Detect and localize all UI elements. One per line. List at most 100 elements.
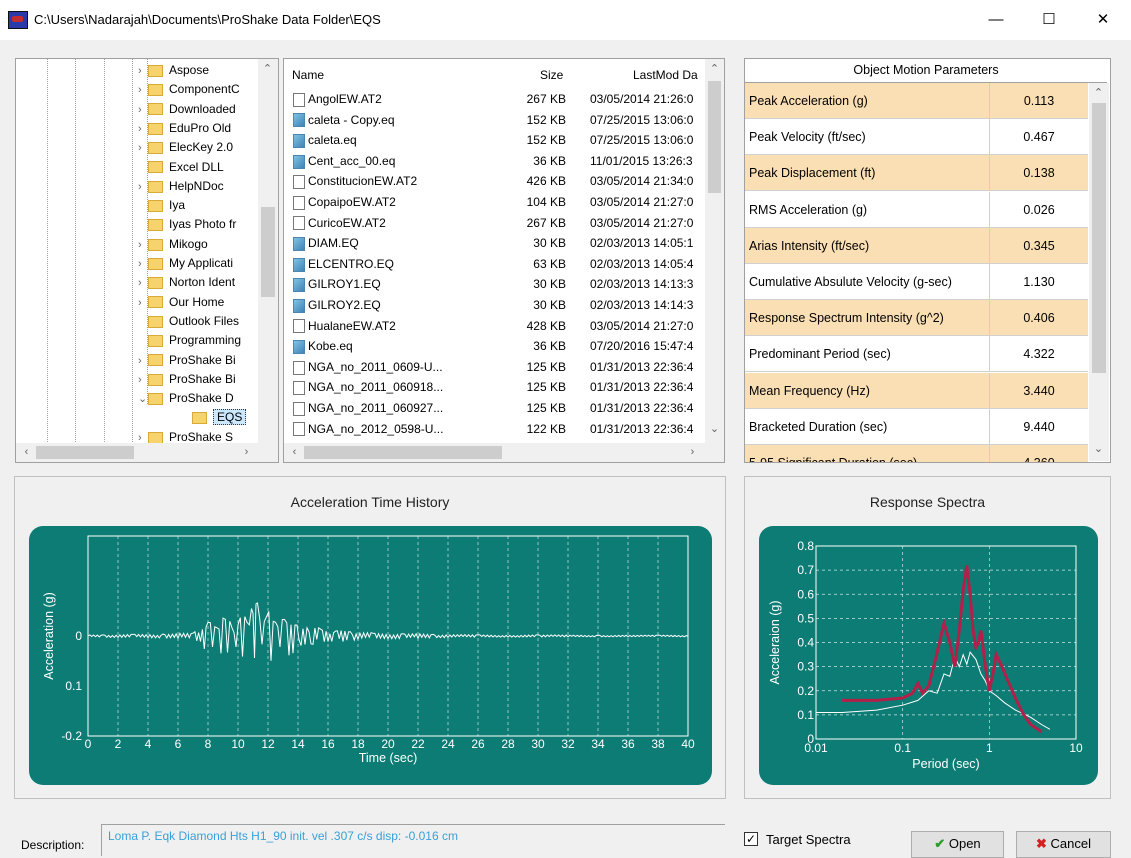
file-row[interactable]: Cent_acc_00.eq 36 KB 11/01/2015 13:26:3 <box>284 151 705 172</box>
file-row[interactable]: caleta - Copy.eq 152 KB 07/25/2015 13:06:0 <box>284 110 705 131</box>
expander-icon[interactable]: ⌄ <box>138 390 148 409</box>
file-vertical-scrollbar[interactable]: ⌃ ⌄ <box>705 59 724 443</box>
cancel-button[interactable]: ✖ Cancel <box>1016 831 1111 858</box>
description-field[interactable]: Loma P. Eqk Diamond Hts H1_90 init. vel … <box>101 824 725 856</box>
tree-vertical-scrollbar[interactable]: ⌃ <box>258 59 278 444</box>
parameter-row[interactable]: Response Spectrum Intensity (g^2) 0.406 <box>745 300 1088 337</box>
parameter-row[interactable]: Peak Acceleration (g) 0.113 <box>745 83 1088 119</box>
folder-tree-item[interactable]: › ProShake Bi <box>138 351 236 370</box>
folder-tree-item[interactable]: Outlook Files <box>138 312 239 331</box>
file-row[interactable]: GILROY2.EQ 30 KB 02/03/2013 14:14:3 <box>284 295 705 316</box>
column-lastmod-header[interactable]: LastMod Da <box>633 68 698 82</box>
folder-tree-item[interactable]: › ProShake Bi <box>138 370 236 389</box>
file-name: GILROY2.EQ <box>308 298 381 312</box>
folder-icon <box>148 354 163 367</box>
close-button[interactable]: ✕ <box>1080 0 1126 40</box>
parameter-row[interactable]: Peak Velocity (ft/sec) 0.467 <box>745 119 1088 156</box>
expander-icon[interactable]: › <box>138 101 148 120</box>
file-date: 01/31/2013 22:36:4 <box>590 359 694 374</box>
parameter-row[interactable]: Predominant Period (sec) 4.322 <box>745 336 1088 373</box>
folder-tree-item[interactable]: › Mikogo <box>138 235 208 254</box>
expander-icon[interactable]: › <box>138 371 148 390</box>
tree-horizontal-scrollbar[interactable]: ‹ › <box>16 443 278 462</box>
parameter-row[interactable]: Arias Intensity (ft/sec) 0.345 <box>745 227 1088 264</box>
folder-tree-item[interactable]: › ProShake S <box>138 428 233 444</box>
expander-icon[interactable]: › <box>138 139 148 158</box>
expander-icon[interactable]: › <box>138 81 148 100</box>
file-row[interactable]: DIAM.EQ 30 KB 02/03/2013 14:05:1 <box>284 233 705 254</box>
folder-tree-item[interactable]: › HelpNDoc <box>138 177 224 196</box>
folder-tree[interactable]: › Aspose › ComponentC › Downloaded › EduPro Old… <box>15 58 279 463</box>
file-list[interactable]: Name Size LastMod Da AngolEW.AT2 267 KB 03… <box>283 58 725 463</box>
file-scroll-thumb[interactable] <box>708 81 721 193</box>
folder-tree-item[interactable]: › ElecKey 2.0 <box>138 138 233 157</box>
folder-tree-item[interactable]: Excel DLL <box>138 158 224 177</box>
motion-parameters-table[interactable]: Object Motion Parameters Peak Accelerati… <box>744 58 1111 463</box>
acc-x-axis-label: Time (sec) <box>359 751 418 765</box>
scroll-left-arrow-icon[interactable]: ‹ <box>18 444 35 461</box>
file-row[interactable]: CopaipoEW.AT2 104 KB 03/05/2014 21:27:0 <box>284 192 705 213</box>
file-row[interactable]: AngolEW.AT2 267 KB 03/05/2014 21:26:0 <box>284 89 705 110</box>
folder-tree-item[interactable]: EQS <box>182 408 247 427</box>
parameters-scroll-thumb[interactable] <box>1092 103 1106 373</box>
folder-tree-item[interactable]: › ComponentC <box>138 80 240 99</box>
parameter-row[interactable]: Bracketed Duration (sec) 9.440 <box>745 408 1088 445</box>
expander-icon[interactable]: › <box>138 255 148 274</box>
scroll-right-arrow-icon[interactable]: › <box>238 444 255 461</box>
parameter-row[interactable]: RMS Acceleration (g) 0.026 <box>745 191 1088 228</box>
folder-tree-item[interactable]: Iyas Photo fr <box>138 215 236 234</box>
file-row[interactable]: NGA_no_2011_060927... 125 KB 01/31/2013 22… <box>284 398 705 419</box>
acc-x-tick-label: 40 <box>681 737 695 751</box>
folder-tree-item[interactable]: › Norton Ident <box>138 273 235 292</box>
file-row[interactable]: NGA_no_2011_0609-U... 125 KB 01/31/2013 22… <box>284 357 705 378</box>
expander-icon[interactable]: › <box>138 274 148 293</box>
folder-tree-item[interactable]: › EduPro Old <box>138 119 231 138</box>
parameters-vertical-scrollbar[interactable]: ⌃ ⌄ <box>1089 83 1109 461</box>
folder-tree-item[interactable]: ⌄ ProShake D <box>138 389 234 408</box>
expander-icon[interactable]: › <box>138 429 148 444</box>
file-row[interactable]: GILROY1.EQ 30 KB 02/03/2013 14:13:3 <box>284 274 705 295</box>
expander-icon[interactable]: › <box>138 62 148 81</box>
file-row[interactable]: ELCENTRO.EQ 63 KB 02/03/2013 14:05:4 <box>284 254 705 275</box>
expander-icon[interactable]: › <box>138 236 148 255</box>
file-row[interactable]: caleta.eq 152 KB 07/25/2015 13:06:0 <box>284 130 705 151</box>
scroll-down-arrow-icon[interactable]: ⌄ <box>706 421 723 438</box>
column-name-header[interactable]: Name <box>292 68 324 82</box>
column-size-header[interactable]: Size <box>540 68 563 82</box>
expander-icon[interactable]: › <box>138 120 148 139</box>
folder-tree-item[interactable]: › Aspose <box>138 61 209 80</box>
file-hscroll-thumb[interactable] <box>304 446 502 459</box>
parameter-row[interactable]: Peak Displacement (ft) 0.138 <box>745 155 1088 192</box>
file-row[interactable]: ConstitucionEW.AT2 426 KB 03/05/2014 21:34… <box>284 171 705 192</box>
folder-tree-item[interactable]: Programming <box>138 331 241 350</box>
parameter-row[interactable]: Cumulative Absulute Velocity (g-sec) 1.13… <box>745 264 1088 300</box>
expander-icon[interactable]: › <box>138 294 148 313</box>
tree-hscroll-thumb[interactable] <box>36 446 134 459</box>
file-size: 30 KB <box>533 236 566 251</box>
folder-tree-item[interactable]: › My Applicati <box>138 254 233 273</box>
scroll-up-arrow-icon[interactable]: ⌃ <box>706 61 723 78</box>
file-row[interactable]: NGA_no_2011_060918... 125 KB 01/31/2013 22… <box>284 377 705 398</box>
target-spectra-checkbox[interactable]: ✓ <box>744 832 758 846</box>
file-row[interactable]: HualaneEW.AT2 428 KB 03/05/2014 21:27:0 <box>284 316 705 337</box>
file-row[interactable]: Kobe.eq 36 KB 07/20/2016 15:47:4 <box>284 336 705 357</box>
folder-tree-item[interactable]: Iya <box>138 196 185 215</box>
folder-tree-item[interactable]: › Our Home <box>138 293 224 312</box>
maximize-button[interactable]: ☐ <box>1026 0 1072 40</box>
parameter-row[interactable]: Mean Frequency (Hz) 3.440 <box>745 372 1088 409</box>
file-row[interactable]: NGA_no_2012_0598-U... 122 KB 01/31/2013 22… <box>284 419 705 440</box>
scroll-right-arrow-icon[interactable]: › <box>684 444 701 461</box>
expander-icon[interactable]: › <box>138 352 148 371</box>
expander-icon[interactable]: › <box>138 178 148 197</box>
minimize-button[interactable]: — <box>973 0 1019 40</box>
parameter-row[interactable]: 5-95 Significant Duration (sec) 4.360 <box>745 445 1088 462</box>
scroll-down-arrow-icon[interactable]: ⌄ <box>1090 441 1107 458</box>
file-horizontal-scrollbar[interactable]: ‹ › <box>284 443 724 462</box>
open-button[interactable]: ✔ Open <box>911 831 1004 858</box>
file-row[interactable]: CuricoEW.AT2 267 KB 03/05/2014 21:27:0 <box>284 213 705 234</box>
scroll-up-arrow-icon[interactable]: ⌃ <box>259 61 276 78</box>
folder-tree-item[interactable]: › Downloaded <box>138 100 236 119</box>
scroll-left-arrow-icon[interactable]: ‹ <box>286 444 303 461</box>
scroll-up-arrow-icon[interactable]: ⌃ <box>1090 85 1107 102</box>
tree-scroll-thumb[interactable] <box>261 207 275 297</box>
